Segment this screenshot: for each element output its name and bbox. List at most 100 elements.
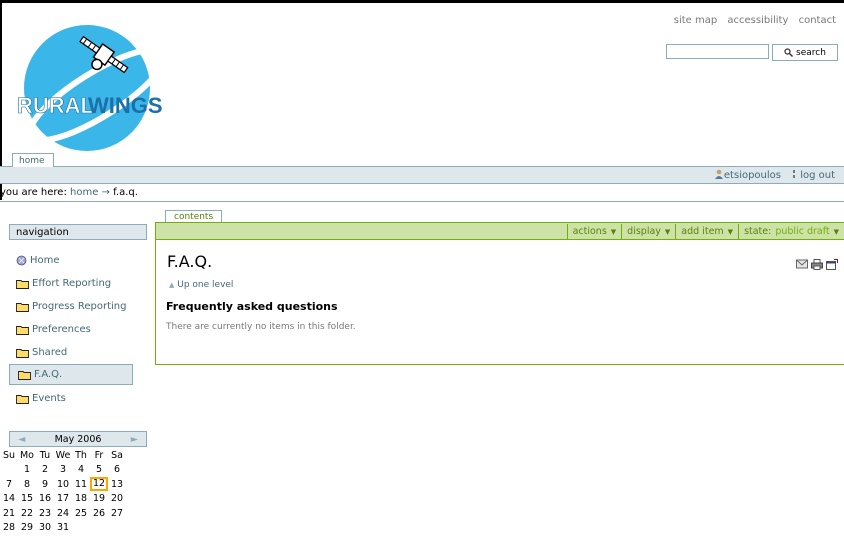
actions-menu[interactable]: actions ▼ xyxy=(566,223,622,240)
print-icon[interactable] xyxy=(811,259,823,270)
logo-text-wings: WINGS xyxy=(88,93,163,118)
actions-menu-label: actions xyxy=(572,226,607,237)
nav-item-label: Effort Reporting xyxy=(32,278,112,289)
add-item-menu[interactable]: add item ▼ xyxy=(675,223,738,240)
action-menus: actions ▼ display ▼ add item ▼ state: public… xyxy=(566,223,844,240)
calendar-day[interactable]: 20 xyxy=(108,493,126,504)
calendar-next-button[interactable]: ► xyxy=(131,434,138,445)
calendar-day[interactable]: 26 xyxy=(90,508,108,519)
calendar-day[interactable]: 2 xyxy=(36,464,54,475)
calendar-day[interactable]: 14 xyxy=(0,493,18,504)
calendar-day[interactable]: 17 xyxy=(54,493,72,504)
chevron-down-icon: ▼ xyxy=(664,227,671,236)
nav-item-label: F.A.Q. xyxy=(34,369,63,380)
calendar-day[interactable]: 8 xyxy=(18,479,36,490)
calendar-day[interactable]: 31 xyxy=(54,522,72,533)
calendar-today[interactable]: 12 xyxy=(90,477,108,492)
nav-item-progress-reporting[interactable]: Progress Reporting xyxy=(16,298,126,315)
full-screen-icon[interactable] xyxy=(826,259,838,270)
send-email-icon[interactable] xyxy=(796,259,808,269)
calendar-day[interactable]: 4 xyxy=(72,464,90,475)
calendar-day[interactable]: 21 xyxy=(0,508,18,519)
site-map-link[interactable]: site map xyxy=(674,15,717,26)
calendar-day[interactable]: 16 xyxy=(36,493,54,504)
calendar-day[interactable]: 11 xyxy=(72,479,90,490)
content-action-bar: actions ▼ display ▼ add item ▼ state: public… xyxy=(156,223,844,240)
globe-icon xyxy=(16,255,27,266)
breadcrumb: you are here: home → f.a.q. xyxy=(0,187,138,198)
breadcrumb-current: f.a.q. xyxy=(113,187,138,198)
calendar-day[interactable]: 18 xyxy=(72,493,90,504)
empty-folder-message: There are currently no items in this fol… xyxy=(166,322,356,332)
logo-text-rural: RURAL xyxy=(17,93,94,118)
calendar-day[interactable]: 19 xyxy=(90,493,108,504)
calendar-day[interactable]: 22 xyxy=(18,508,36,519)
document-actions xyxy=(796,259,838,270)
tab-home[interactable]: home xyxy=(12,153,54,168)
calendar-day[interactable]: 15 xyxy=(18,493,36,504)
calendar-day[interactable]: 24 xyxy=(54,508,72,519)
chevron-down-icon: ▼ xyxy=(727,227,734,236)
calendar-day[interactable]: 23 xyxy=(36,508,54,519)
breadcrumb-prefix: you are here: xyxy=(0,187,67,198)
calendar-weekday: Th xyxy=(75,449,87,461)
search-button[interactable]: search xyxy=(772,44,838,61)
calendar-day[interactable]: 7 xyxy=(0,479,18,490)
display-menu-label: display xyxy=(627,226,661,237)
search-input[interactable] xyxy=(666,44,769,59)
add-item-menu-label: add item xyxy=(681,226,724,237)
user-link[interactable]: etsiopoulos xyxy=(714,169,781,181)
state-value: public draft xyxy=(775,226,830,237)
calendar-weekdays: Su Mo Tu We Th Fr Sa xyxy=(0,448,147,463)
calendar-day[interactable]: 27 xyxy=(108,508,126,519)
up-one-level-link[interactable]: ▲ Up one level xyxy=(169,280,233,290)
nav-item-events[interactable]: Events xyxy=(16,390,66,407)
navigation-portlet: navigation Home Effort Reporting Progres… xyxy=(9,224,147,418)
nav-item-shared[interactable]: Shared xyxy=(16,344,67,361)
nav-item-home[interactable]: Home xyxy=(16,252,60,269)
search-button-label: search xyxy=(796,47,826,58)
calendar-week: 14 15 16 17 18 19 20 xyxy=(0,492,147,507)
logout-label: log out xyxy=(800,170,835,181)
chevron-down-icon: ▼ xyxy=(610,227,617,236)
calendar-day[interactable]: 6 xyxy=(108,464,126,475)
calendar-portlet: ◄ May 2006 ► Su Mo Tu We Th Fr Sa 1 2 3 4 5 6 7 8 9 10 11… xyxy=(3,431,147,535)
calendar-day[interactable]: 13 xyxy=(108,479,126,490)
navigation-title: navigation xyxy=(9,224,147,240)
calendar-day[interactable]: 28 xyxy=(0,522,18,533)
calendar-day[interactable]: 30 xyxy=(36,522,54,533)
calendar-weekday: Sa xyxy=(111,449,123,461)
ruralwings-logo[interactable]: RURAL WINGS xyxy=(15,10,175,155)
nav-item-preferences[interactable]: Preferences xyxy=(16,321,91,338)
accessibility-link[interactable]: accessibility xyxy=(727,15,788,26)
calendar-prev-button[interactable]: ◄ xyxy=(18,434,25,445)
state-menu[interactable]: state: public draft ▼ xyxy=(738,223,844,240)
calendar-day[interactable]: 9 xyxy=(36,479,54,490)
folder-description: Frequently asked questions xyxy=(166,300,338,313)
top-border xyxy=(0,0,844,3)
calendar-week: 21 22 23 24 25 26 27 xyxy=(0,506,147,521)
calendar-day[interactable]: 3 xyxy=(54,464,72,475)
calendar-grid: Su Mo Tu We Th Fr Sa 1 2 3 4 5 6 7 8 9 10 11 12 13 14 15 16 17 1… xyxy=(0,448,147,535)
calendar-day[interactable]: 5 xyxy=(90,464,108,475)
magnifier-icon xyxy=(784,48,794,57)
contact-link[interactable]: contact xyxy=(799,15,836,26)
calendar-day[interactable]: 25 xyxy=(72,508,90,519)
calendar-day[interactable]: 29 xyxy=(18,522,36,533)
calendar-day[interactable]: 10 xyxy=(54,479,72,490)
logout-link[interactable]: log out xyxy=(792,169,835,181)
calendar-week: 123456 xyxy=(0,463,147,478)
folder-icon xyxy=(16,348,29,358)
folder-icon xyxy=(18,370,31,380)
nav-item-label: Preferences xyxy=(32,324,91,335)
arrow-up-icon: ▲ xyxy=(169,281,175,289)
nav-item-label: Shared xyxy=(32,347,68,358)
user-icon xyxy=(714,169,723,179)
nav-item-effort-reporting[interactable]: Effort Reporting xyxy=(16,275,111,292)
breadcrumb-home[interactable]: home xyxy=(70,187,98,198)
nav-item-faq[interactable]: F.A.Q. xyxy=(9,364,133,385)
calendar-month: May 2006 xyxy=(54,433,102,445)
user-name: etsiopoulos xyxy=(723,170,781,181)
calendar-day[interactable]: 1 xyxy=(18,464,36,475)
display-menu[interactable]: display ▼ xyxy=(621,223,675,240)
